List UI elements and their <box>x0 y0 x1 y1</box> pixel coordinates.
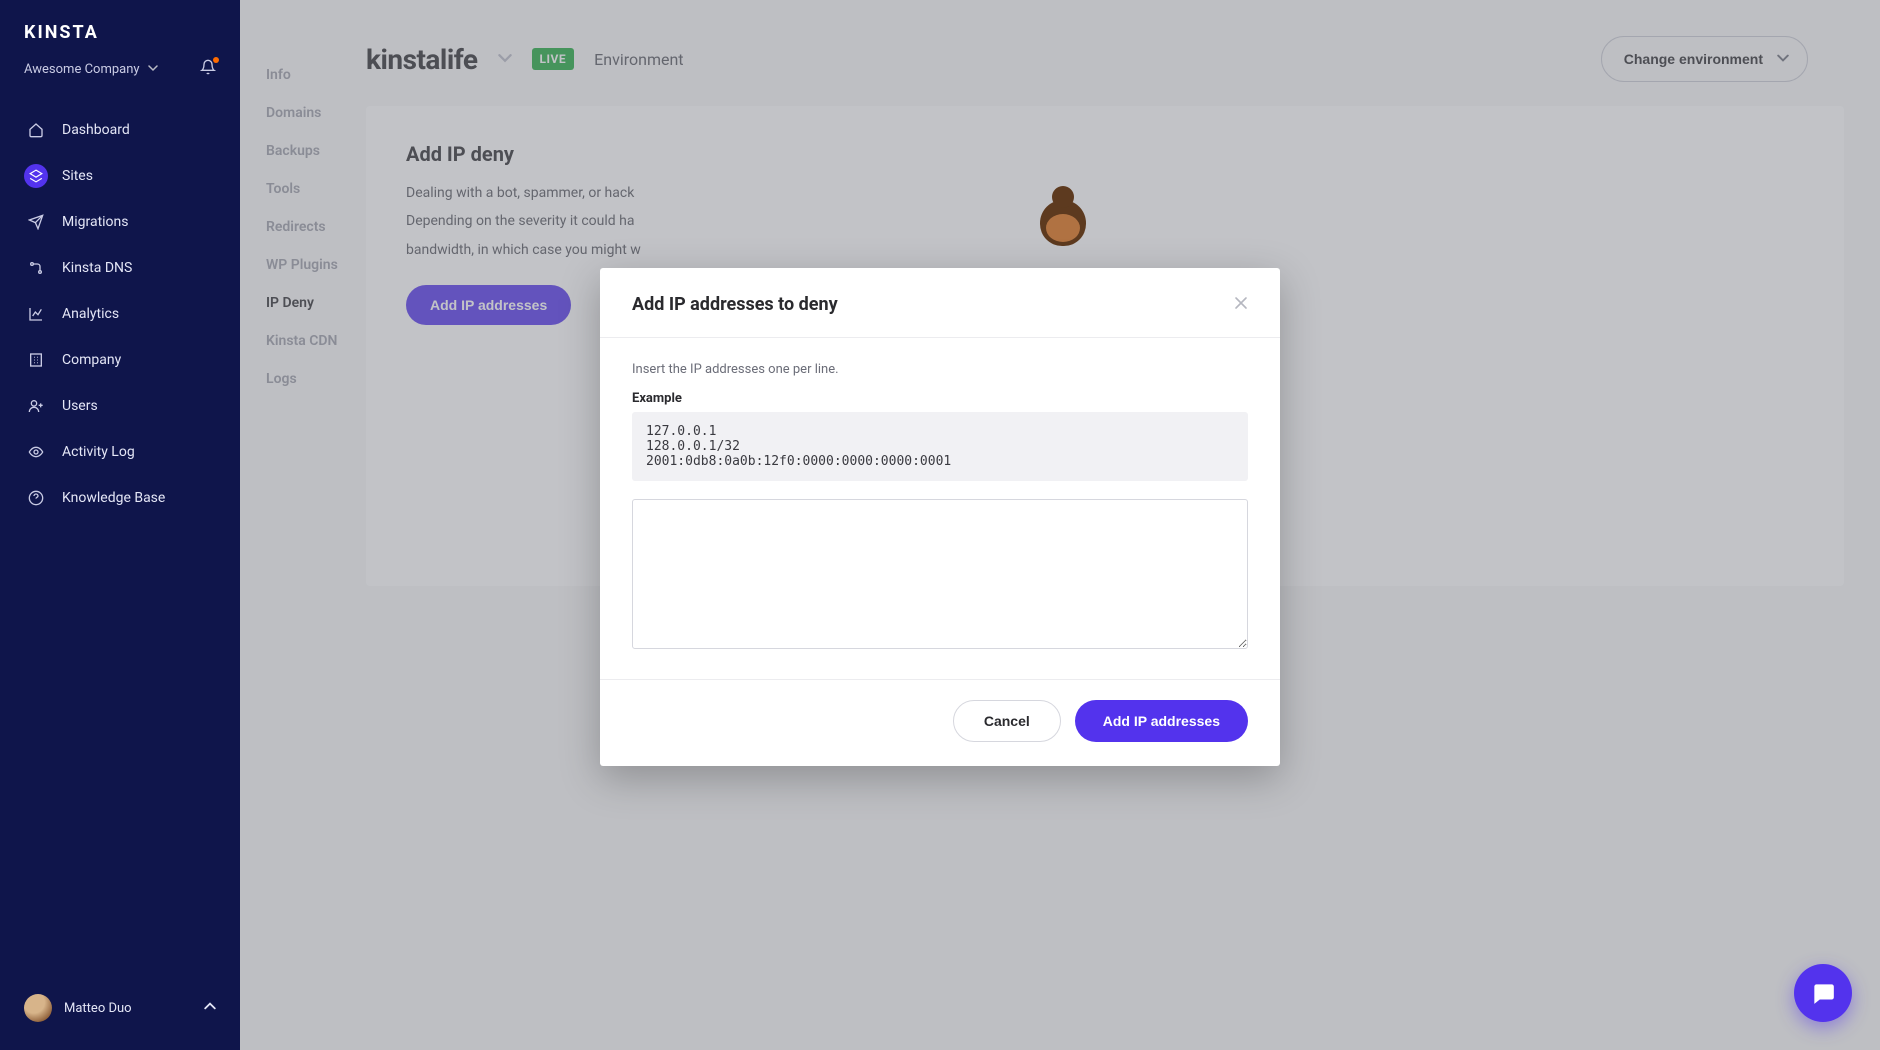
add-ip-deny-modal: Add IP addresses to deny Insert the IP a… <box>600 268 1280 766</box>
branch-icon <box>24 256 48 280</box>
nav-label: Users <box>62 398 98 414</box>
nav-knowledge-base[interactable]: Knowledge Base <box>0 475 240 521</box>
user-name: Matteo Duo <box>64 1001 132 1016</box>
example-block: 127.0.0.1 128.0.0.1/32 2001:0db8:0a0b:12… <box>632 412 1248 481</box>
primary-nav: Dashboard Sites Migrations Kinsta DNS An… <box>0 101 240 527</box>
chart-icon <box>24 302 48 326</box>
nav-label: Company <box>62 352 121 368</box>
nav-analytics[interactable]: Analytics <box>0 291 240 337</box>
nav-dashboard[interactable]: Dashboard <box>0 107 240 153</box>
nav-label: Dashboard <box>62 122 130 138</box>
nav-activity-log[interactable]: Activity Log <box>0 429 240 475</box>
chevron-up-icon <box>204 1000 216 1016</box>
empty-state-illustration <box>1040 200 1086 246</box>
home-icon <box>24 118 48 142</box>
modal-title: Add IP addresses to deny <box>632 294 1234 315</box>
modal-hint: Insert the IP addresses one per line. <box>632 362 1248 377</box>
chat-icon <box>1810 980 1836 1006</box>
nav-label: Activity Log <box>62 444 135 460</box>
nav-label: Kinsta DNS <box>62 260 132 276</box>
nav-label: Analytics <box>62 306 119 322</box>
nav-sites[interactable]: Sites <box>0 153 240 199</box>
notifications-icon[interactable] <box>200 59 216 79</box>
nav-label: Migrations <box>62 214 129 230</box>
nav-label: Sites <box>62 168 93 184</box>
company-switcher[interactable]: Awesome Company <box>0 53 240 101</box>
nav-kinsta-dns[interactable]: Kinsta DNS <box>0 245 240 291</box>
send-icon <box>24 210 48 234</box>
confirm-add-ip-button[interactable]: Add IP addresses <box>1075 700 1248 742</box>
chevron-down-icon <box>148 62 158 77</box>
nav-company[interactable]: Company <box>0 337 240 383</box>
layers-icon <box>24 164 48 188</box>
cancel-button[interactable]: Cancel <box>953 700 1061 742</box>
company-name: Awesome Company <box>24 62 140 77</box>
sidebar: KINSTA Awesome Company Dashboard Sites <box>0 0 240 1050</box>
building-icon <box>24 348 48 372</box>
close-icon[interactable] <box>1234 295 1248 314</box>
example-label: Example <box>632 391 1248 406</box>
user-plus-icon <box>24 394 48 418</box>
ip-addresses-input[interactable] <box>632 499 1248 649</box>
notification-dot <box>213 57 219 63</box>
user-menu[interactable]: Matteo Duo <box>0 976 240 1050</box>
nav-users[interactable]: Users <box>0 383 240 429</box>
nav-label: Knowledge Base <box>62 490 165 506</box>
avatar <box>24 994 52 1022</box>
brand-logo: KINSTA <box>0 0 240 53</box>
nav-migrations[interactable]: Migrations <box>0 199 240 245</box>
help-icon <box>24 486 48 510</box>
eye-icon <box>24 440 48 464</box>
chat-fab[interactable] <box>1794 964 1852 1022</box>
